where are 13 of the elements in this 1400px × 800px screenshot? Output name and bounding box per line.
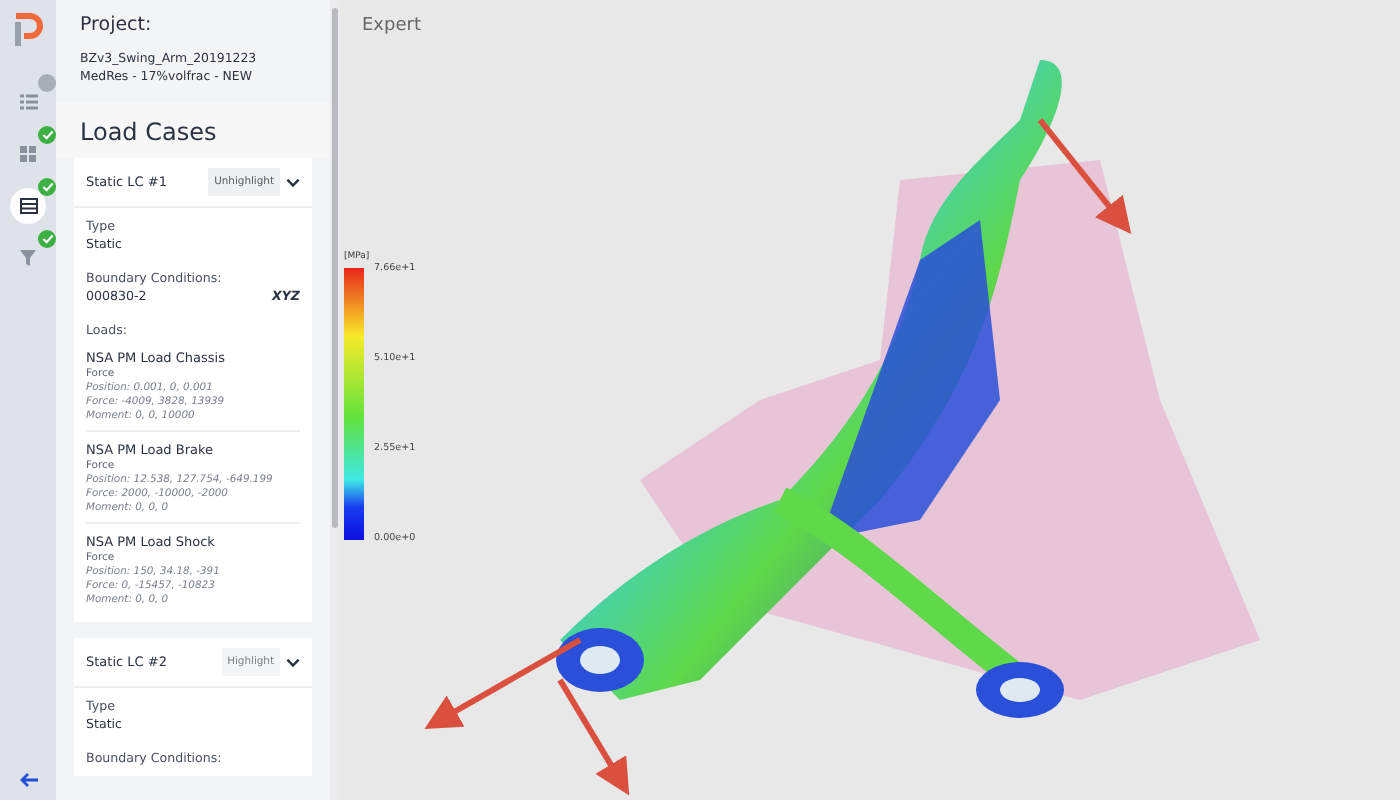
section-title: Load Cases (56, 102, 330, 158)
rail-tab[interactable] (10, 188, 46, 224)
filter-icon (20, 250, 36, 266)
list-icon (19, 94, 37, 110)
logo-icon (12, 12, 44, 48)
chevron-down-icon[interactable] (286, 177, 300, 187)
chevron-down-icon[interactable] (286, 657, 300, 667)
table-icon (19, 198, 37, 214)
project-label: Project: (80, 14, 154, 36)
grid-icon (20, 146, 36, 162)
back-arrow-icon[interactable] (18, 772, 38, 788)
mode-label: Expert (362, 16, 421, 36)
scrollbar-thumb[interactable] (332, 8, 338, 528)
